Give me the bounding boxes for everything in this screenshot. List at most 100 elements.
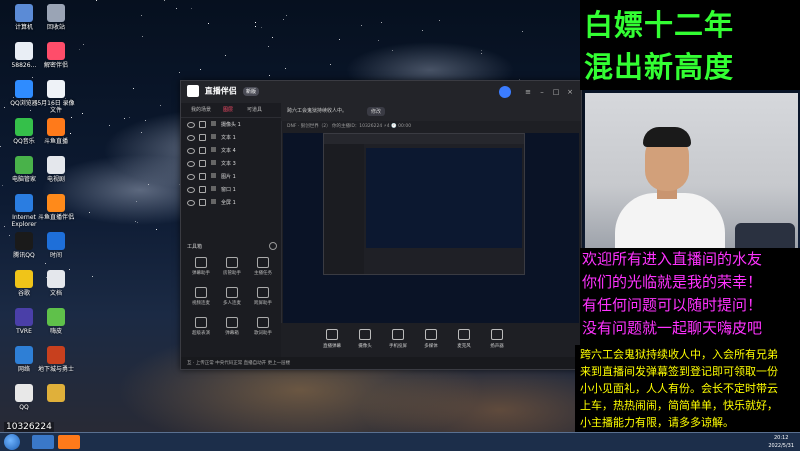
bottom-control-button[interactable]: 手机投屏	[383, 329, 413, 349]
desktop-icon[interactable]: 斗鱼直播伴侣	[36, 194, 76, 221]
toolbox-item[interactable]: 房管助手	[218, 257, 246, 276]
edit-title-button[interactable]: 修改	[367, 107, 386, 116]
star	[137, 222, 138, 223]
desktop-icon[interactable]	[36, 384, 76, 404]
visibility-eye-icon[interactable]	[187, 174, 195, 180]
bottom-control-button[interactable]: 麦克风	[449, 329, 479, 349]
tab-scenes[interactable]: 我的场景	[191, 106, 211, 113]
menu-icon[interactable]: ≡	[523, 87, 533, 97]
control-icon	[425, 329, 437, 340]
lock-icon[interactable]	[199, 199, 206, 206]
desktop-app-icon	[47, 346, 65, 364]
star	[160, 105, 161, 106]
star	[283, 19, 284, 20]
star	[145, 120, 146, 121]
star	[272, 37, 273, 38]
star	[135, 221, 136, 222]
toolbox-item[interactable]: 主播任务	[249, 257, 277, 276]
tool-label: 跨屏助手	[254, 301, 272, 306]
desktop-icon[interactable]: 文档	[36, 270, 76, 297]
toolbox-item[interactable]: 超级表演	[187, 317, 215, 336]
notice-line-5: 小主播能力有限，请多多谅解。	[580, 416, 734, 429]
live-companion-window: 直播伴侣 新版 ≡ – □ × 我的场景 图层 可道具 摄像头 1 文本 1 文本 …	[180, 80, 582, 370]
star	[176, 8, 177, 9]
toolbox-item[interactable]: 跨屏助手	[249, 287, 277, 306]
star	[4, 107, 5, 108]
star	[82, 113, 83, 114]
version-badge[interactable]: 新版	[243, 87, 260, 96]
layer-row[interactable]: 文本 4	[181, 144, 281, 157]
layer-name: 文本 3	[221, 161, 236, 167]
toolbox-item[interactable]: 弹幕助手	[187, 257, 215, 276]
lock-icon[interactable]	[199, 134, 206, 141]
desktop-app-icon	[15, 80, 33, 98]
lock-icon[interactable]	[199, 160, 206, 167]
status-text: 互 · 上传正常 中央代码正常 直播自动开 更上一层楼	[187, 361, 291, 366]
desktop-icon[interactable]: 解密伴侣	[36, 42, 76, 69]
layer-row[interactable]: 图片 1	[181, 170, 281, 183]
layer-row[interactable]: 文本 3	[181, 157, 281, 170]
star	[141, 132, 142, 133]
desktop-icon[interactable]: 斗鱼直播	[36, 118, 76, 145]
toolbox-item[interactable]: 多人连麦	[218, 287, 246, 306]
bottom-control-button[interactable]: 扬声器	[482, 329, 512, 349]
desktop-icon[interactable]: 地下城与勇士	[36, 346, 76, 373]
toolbox-item[interactable]: 弹幕箱	[218, 317, 246, 336]
minimize-icon[interactable]: –	[537, 87, 547, 97]
taskbar-app-douyu-icon[interactable]	[58, 435, 80, 449]
stream-preview[interactable]	[283, 133, 579, 323]
nested-preview-canvas	[366, 148, 522, 248]
desktop-icon[interactable]: 嗨皮	[36, 308, 76, 335]
layer-row[interactable]: 窗口 1	[181, 183, 281, 196]
avatar[interactable]	[499, 86, 511, 98]
start-button-icon[interactable]	[4, 434, 20, 450]
layer-row[interactable]: 文本 1	[181, 131, 281, 144]
lock-icon[interactable]	[199, 147, 206, 154]
desktop-icon[interactable]: 电视剧	[36, 156, 76, 183]
visibility-eye-icon[interactable]	[187, 187, 195, 193]
maximize-icon[interactable]: □	[551, 87, 561, 97]
toolbox-settings-icon[interactable]	[269, 242, 277, 250]
layer-type-icon	[211, 134, 216, 139]
layer-name: 窗口 1	[221, 187, 236, 193]
star	[129, 117, 130, 118]
bottom-control-button[interactable]: 直播弹幕	[317, 329, 347, 349]
taskbar-app-explorer-icon[interactable]	[32, 435, 54, 449]
bottom-control-button[interactable]: 摄像头	[350, 329, 380, 349]
visibility-eye-icon[interactable]	[187, 200, 195, 206]
desktop-icon[interactable]: 回收站	[36, 4, 76, 31]
notice-line-3: 小小见面礼，人人有份。会长不定时带云	[580, 382, 778, 395]
desktop-app-icon	[47, 156, 65, 174]
tab-layers[interactable]: 图层	[223, 106, 233, 113]
desktop-icon[interactable]: 5月16日 录像文件	[36, 80, 76, 114]
bottom-control-button[interactable]: 多媒体	[416, 329, 446, 349]
lock-icon[interactable]	[199, 121, 206, 128]
tool-icon	[226, 257, 238, 268]
tool-label: 视频连麦	[192, 301, 210, 306]
toolbox-item[interactable]: 歌词助手	[249, 317, 277, 336]
webcam-person-body	[615, 193, 725, 248]
lock-icon[interactable]	[199, 173, 206, 180]
desktop-app-icon	[15, 232, 33, 250]
star	[378, 40, 379, 41]
star	[255, 22, 256, 23]
tab-props[interactable]: 可道具	[247, 106, 262, 113]
desktop-icon-label: 解密伴侣	[43, 62, 68, 69]
tool-label: 主播任务	[254, 271, 272, 276]
layer-row[interactable]: 摄像头 1	[181, 118, 281, 131]
toolbox-item[interactable]: 视频连麦	[187, 287, 215, 306]
visibility-eye-icon[interactable]	[187, 161, 195, 167]
close-icon[interactable]: ×	[565, 87, 575, 97]
layer-row[interactable]: 全屏 1	[181, 196, 281, 209]
star	[255, 26, 256, 27]
tool-icon	[195, 317, 207, 328]
desktop-icon[interactable]: 时间	[36, 232, 76, 259]
desktop-icon-label: 回收站	[46, 24, 65, 31]
visibility-eye-icon[interactable]	[187, 148, 195, 154]
visibility-eye-icon[interactable]	[187, 135, 195, 141]
lock-icon[interactable]	[199, 186, 206, 193]
desktop-app-icon	[47, 42, 65, 60]
taskbar-clock[interactable]: 20:12 2022/5/31	[768, 434, 794, 450]
visibility-eye-icon[interactable]	[187, 122, 195, 128]
desktop-app-icon	[15, 4, 33, 22]
